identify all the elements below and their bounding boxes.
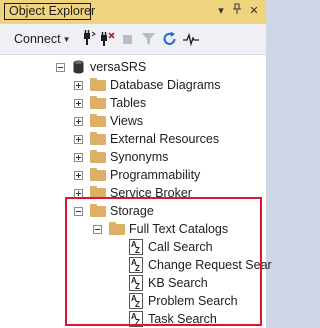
expand-icon[interactable] xyxy=(74,171,83,180)
folder-icon xyxy=(90,78,106,91)
tree-node-folder[interactable]: Programmability xyxy=(0,166,266,184)
collapse-icon[interactable] xyxy=(56,63,65,72)
window-position-dropdown-icon[interactable]: ▾ xyxy=(214,3,228,19)
folder-icon xyxy=(90,168,106,181)
tree-node-server[interactable]: versaSRS xyxy=(0,58,266,76)
connect-server-icon[interactable] xyxy=(79,30,97,48)
filter-icon[interactable] xyxy=(140,30,158,48)
expand-icon[interactable] xyxy=(74,135,83,144)
server-label: versaSRS xyxy=(90,60,147,74)
chevron-down-icon[interactable]: ▼ xyxy=(63,35,71,44)
folder-icon xyxy=(90,96,106,109)
connect-button[interactable]: Connect ▼ xyxy=(14,31,70,48)
expand-icon[interactable] xyxy=(74,81,83,90)
panel-title-bar: Object Explorer ▾ ✕ xyxy=(0,0,266,24)
close-icon[interactable]: ✕ xyxy=(247,3,261,19)
database-icon xyxy=(73,60,84,74)
tree-node-folder[interactable]: Database Diagrams xyxy=(0,76,266,94)
expand-icon[interactable] xyxy=(74,99,83,108)
disconnect-icon[interactable] xyxy=(98,30,116,48)
toolbar: Connect ▼ xyxy=(0,24,266,55)
folder-label: External Resources xyxy=(110,132,220,146)
auto-hide-pin-icon[interactable] xyxy=(230,3,244,20)
connect-label: Connect xyxy=(14,32,61,46)
tree-node-folder[interactable]: Tables xyxy=(0,94,266,112)
activity-monitor-icon[interactable] xyxy=(182,30,200,48)
panel-title: Object Explorer xyxy=(9,4,96,18)
tree-node-folder[interactable]: External Resources xyxy=(0,130,266,148)
folder-label: Views xyxy=(110,114,144,128)
folder-label: Synonyms xyxy=(110,150,169,164)
folder-icon xyxy=(90,132,106,145)
expand-icon[interactable] xyxy=(74,153,83,162)
folder-label: Database Diagrams xyxy=(110,78,221,92)
expand-icon[interactable] xyxy=(74,117,83,126)
tree-node-folder[interactable]: Views xyxy=(0,112,266,130)
tree-node-folder[interactable]: Synonyms xyxy=(0,148,266,166)
highlight-box xyxy=(65,197,262,326)
refresh-icon[interactable] xyxy=(161,30,179,48)
folder-icon xyxy=(90,114,106,127)
stop-icon[interactable] xyxy=(119,30,137,48)
folder-label: Programmability xyxy=(110,168,201,182)
folder-label: Tables xyxy=(110,96,147,110)
folder-icon xyxy=(90,150,106,163)
